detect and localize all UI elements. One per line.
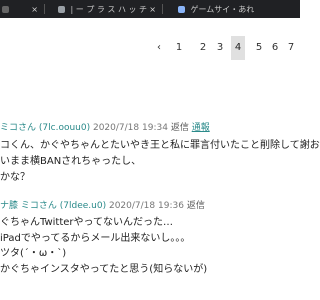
post-body-line: かな？ — [0, 172, 30, 183]
post-author[interactable]: ミコさん — [0, 123, 36, 133]
post-body-line: コくん、かぐやちゃんとたいやき王と私に罪言付いたこと削除して謝おう — [0, 140, 320, 151]
page-link-3[interactable]: 3 — [213, 36, 227, 60]
post-body-line: ツタ(´・ω・`) — [0, 248, 67, 259]
post-body-line: iPadでやってるからメール出来ないし。。。 — [0, 233, 191, 244]
tab-title: ゲームサイ・あれ — [190, 5, 255, 14]
page-link-6[interactable]: 6 — [268, 36, 282, 60]
post-body-line: ぐちゃんTwitterやってないんだった… — [0, 217, 174, 228]
post-id: (7lc.oouu0) — [38, 123, 91, 133]
browser-tab-1[interactable]: × — [2, 3, 40, 16]
post-id: (7ldee.u0) — [59, 201, 107, 211]
post-author-prefix: ナ膝 — [0, 201, 19, 211]
browser-tab-3[interactable]: ゲームサイ・あれ — [178, 3, 298, 16]
post-author[interactable]: ミコさん — [21, 201, 57, 211]
browser-tab-bar: × | ー プ ラ ス ハ ッ チ × ゲームサイ・あれ — [0, 0, 300, 18]
post-date: 2020/7/18 19:36 — [108, 201, 184, 211]
reply-link[interactable]: 返信 — [187, 201, 205, 211]
close-tab-icon[interactable]: × — [149, 3, 156, 16]
page-link-5[interactable]: 5 — [252, 36, 266, 60]
page-icon — [58, 6, 65, 13]
twitter-icon — [178, 6, 185, 13]
tab-title: | ー プ ラ ス ハ ッ チ — [70, 5, 148, 14]
page-link-1[interactable]: 1 — [172, 36, 186, 60]
post-body-line: いまま横BANされちゃったし、 — [0, 156, 142, 167]
blank-tab-icon — [2, 6, 9, 13]
post-meta: ミコさん (7lc.oouu0) 2020/7/18 19:34 返信 通報 — [0, 120, 210, 133]
pagination: ‹ 1 2 3 4 5 6 7 — [0, 36, 300, 60]
post-body-line: かぐちゃインスタやってたと思う(知らないが) — [0, 264, 208, 275]
prev-page-link[interactable]: ‹ — [152, 36, 166, 60]
browser-tab-2[interactable]: | ー プ ラ ス ハ ッ チ × — [58, 3, 158, 16]
post-date: 2020/7/18 19:34 — [92, 123, 168, 133]
page-link-7[interactable]: 7 — [284, 36, 298, 60]
close-tab-icon[interactable]: × — [31, 3, 38, 16]
page-link-4-current[interactable]: 4 — [231, 36, 245, 60]
report-link[interactable]: 通報 — [192, 123, 210, 133]
post-meta: ナ膝 ミコさん (7ldee.u0) 2020/7/18 19:36 返信 — [0, 198, 205, 211]
page-link-2[interactable]: 2 — [196, 36, 210, 60]
reply-link[interactable]: 返信 — [171, 123, 189, 133]
